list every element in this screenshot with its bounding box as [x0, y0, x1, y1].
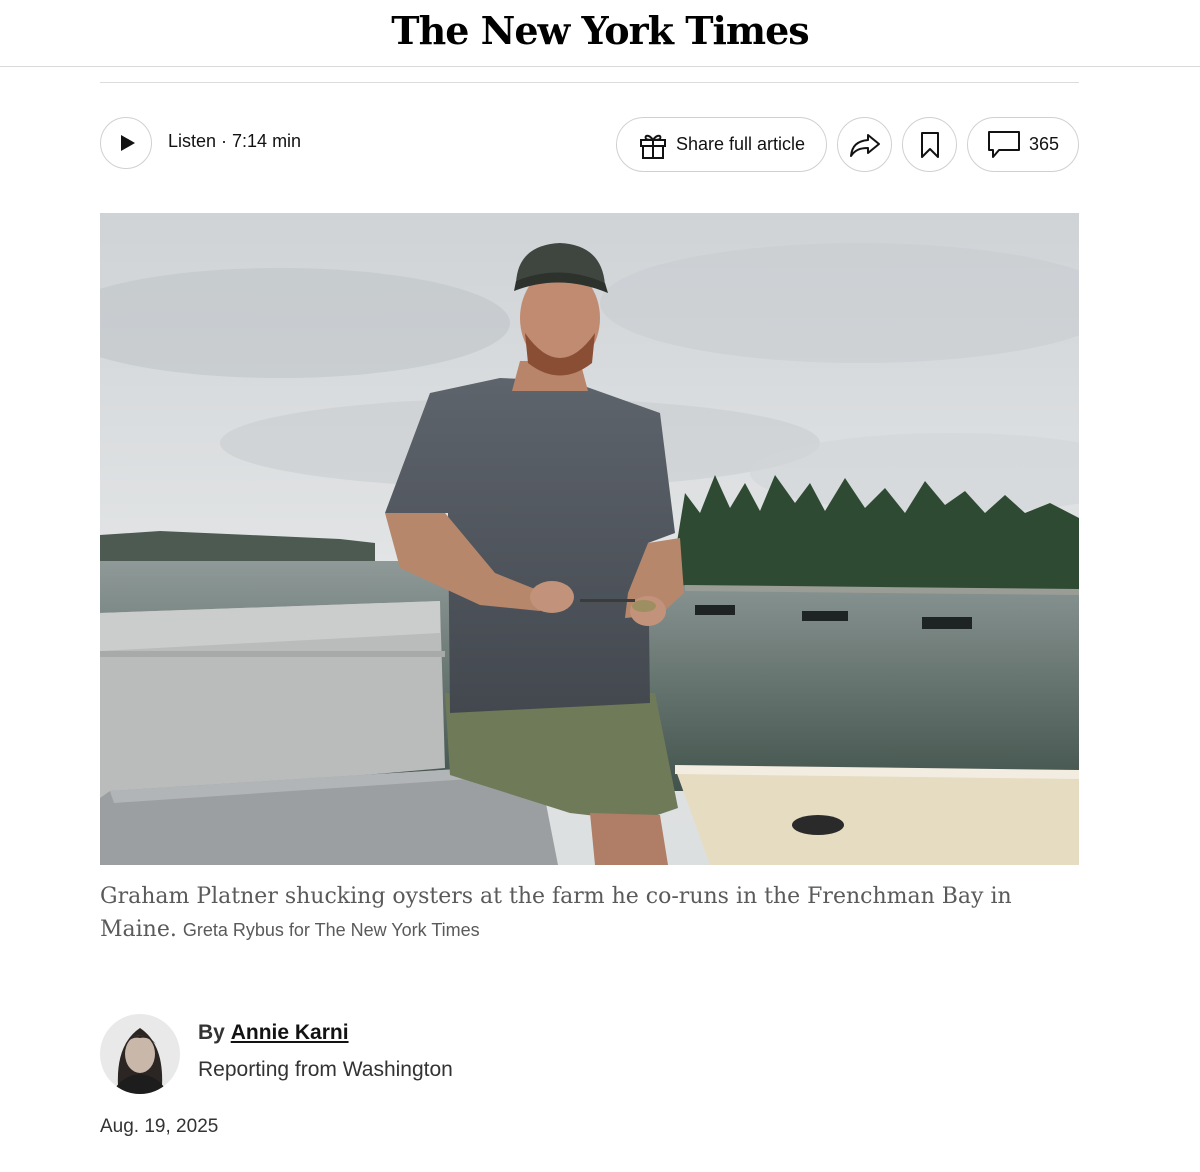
gift-icon	[639, 134, 666, 159]
masthead: The New York Times	[0, 0, 1200, 67]
byline-prefix: By	[198, 1021, 225, 1044]
listen-play-button[interactable]	[100, 117, 152, 169]
nyt-logo[interactable]: The New York Times	[0, 8, 1200, 53]
play-icon	[120, 135, 135, 151]
share-button[interactable]	[837, 117, 892, 172]
share-arrow-icon	[849, 133, 880, 157]
bookmark-icon	[920, 131, 939, 158]
header-divider	[100, 82, 1079, 83]
byline: By Annie Karni	[198, 1021, 349, 1045]
comment-count: 365	[1028, 134, 1060, 154]
publish-date: Aug. 19, 2025	[100, 1116, 219, 1137]
save-bookmark-button[interactable]	[902, 117, 957, 172]
dateline: Reporting from Washington	[198, 1058, 453, 1081]
author-link[interactable]: Annie Karni	[231, 1021, 349, 1044]
photo-credit: Greta Rybus for The New York Times	[182, 920, 480, 940]
author-avatar[interactable]	[100, 1014, 180, 1094]
share-full-article-label: Share full article	[675, 134, 806, 154]
share-full-article-button[interactable]: Share full article	[616, 117, 827, 172]
listen-duration-label[interactable]: Listen · 7:14 min	[168, 131, 301, 152]
photo-caption: Graham Platner shucking oysters at the f…	[100, 880, 1079, 947]
comment-icon	[987, 130, 1020, 158]
comments-button[interactable]: 365	[967, 117, 1079, 172]
lead-photo	[100, 213, 1079, 865]
